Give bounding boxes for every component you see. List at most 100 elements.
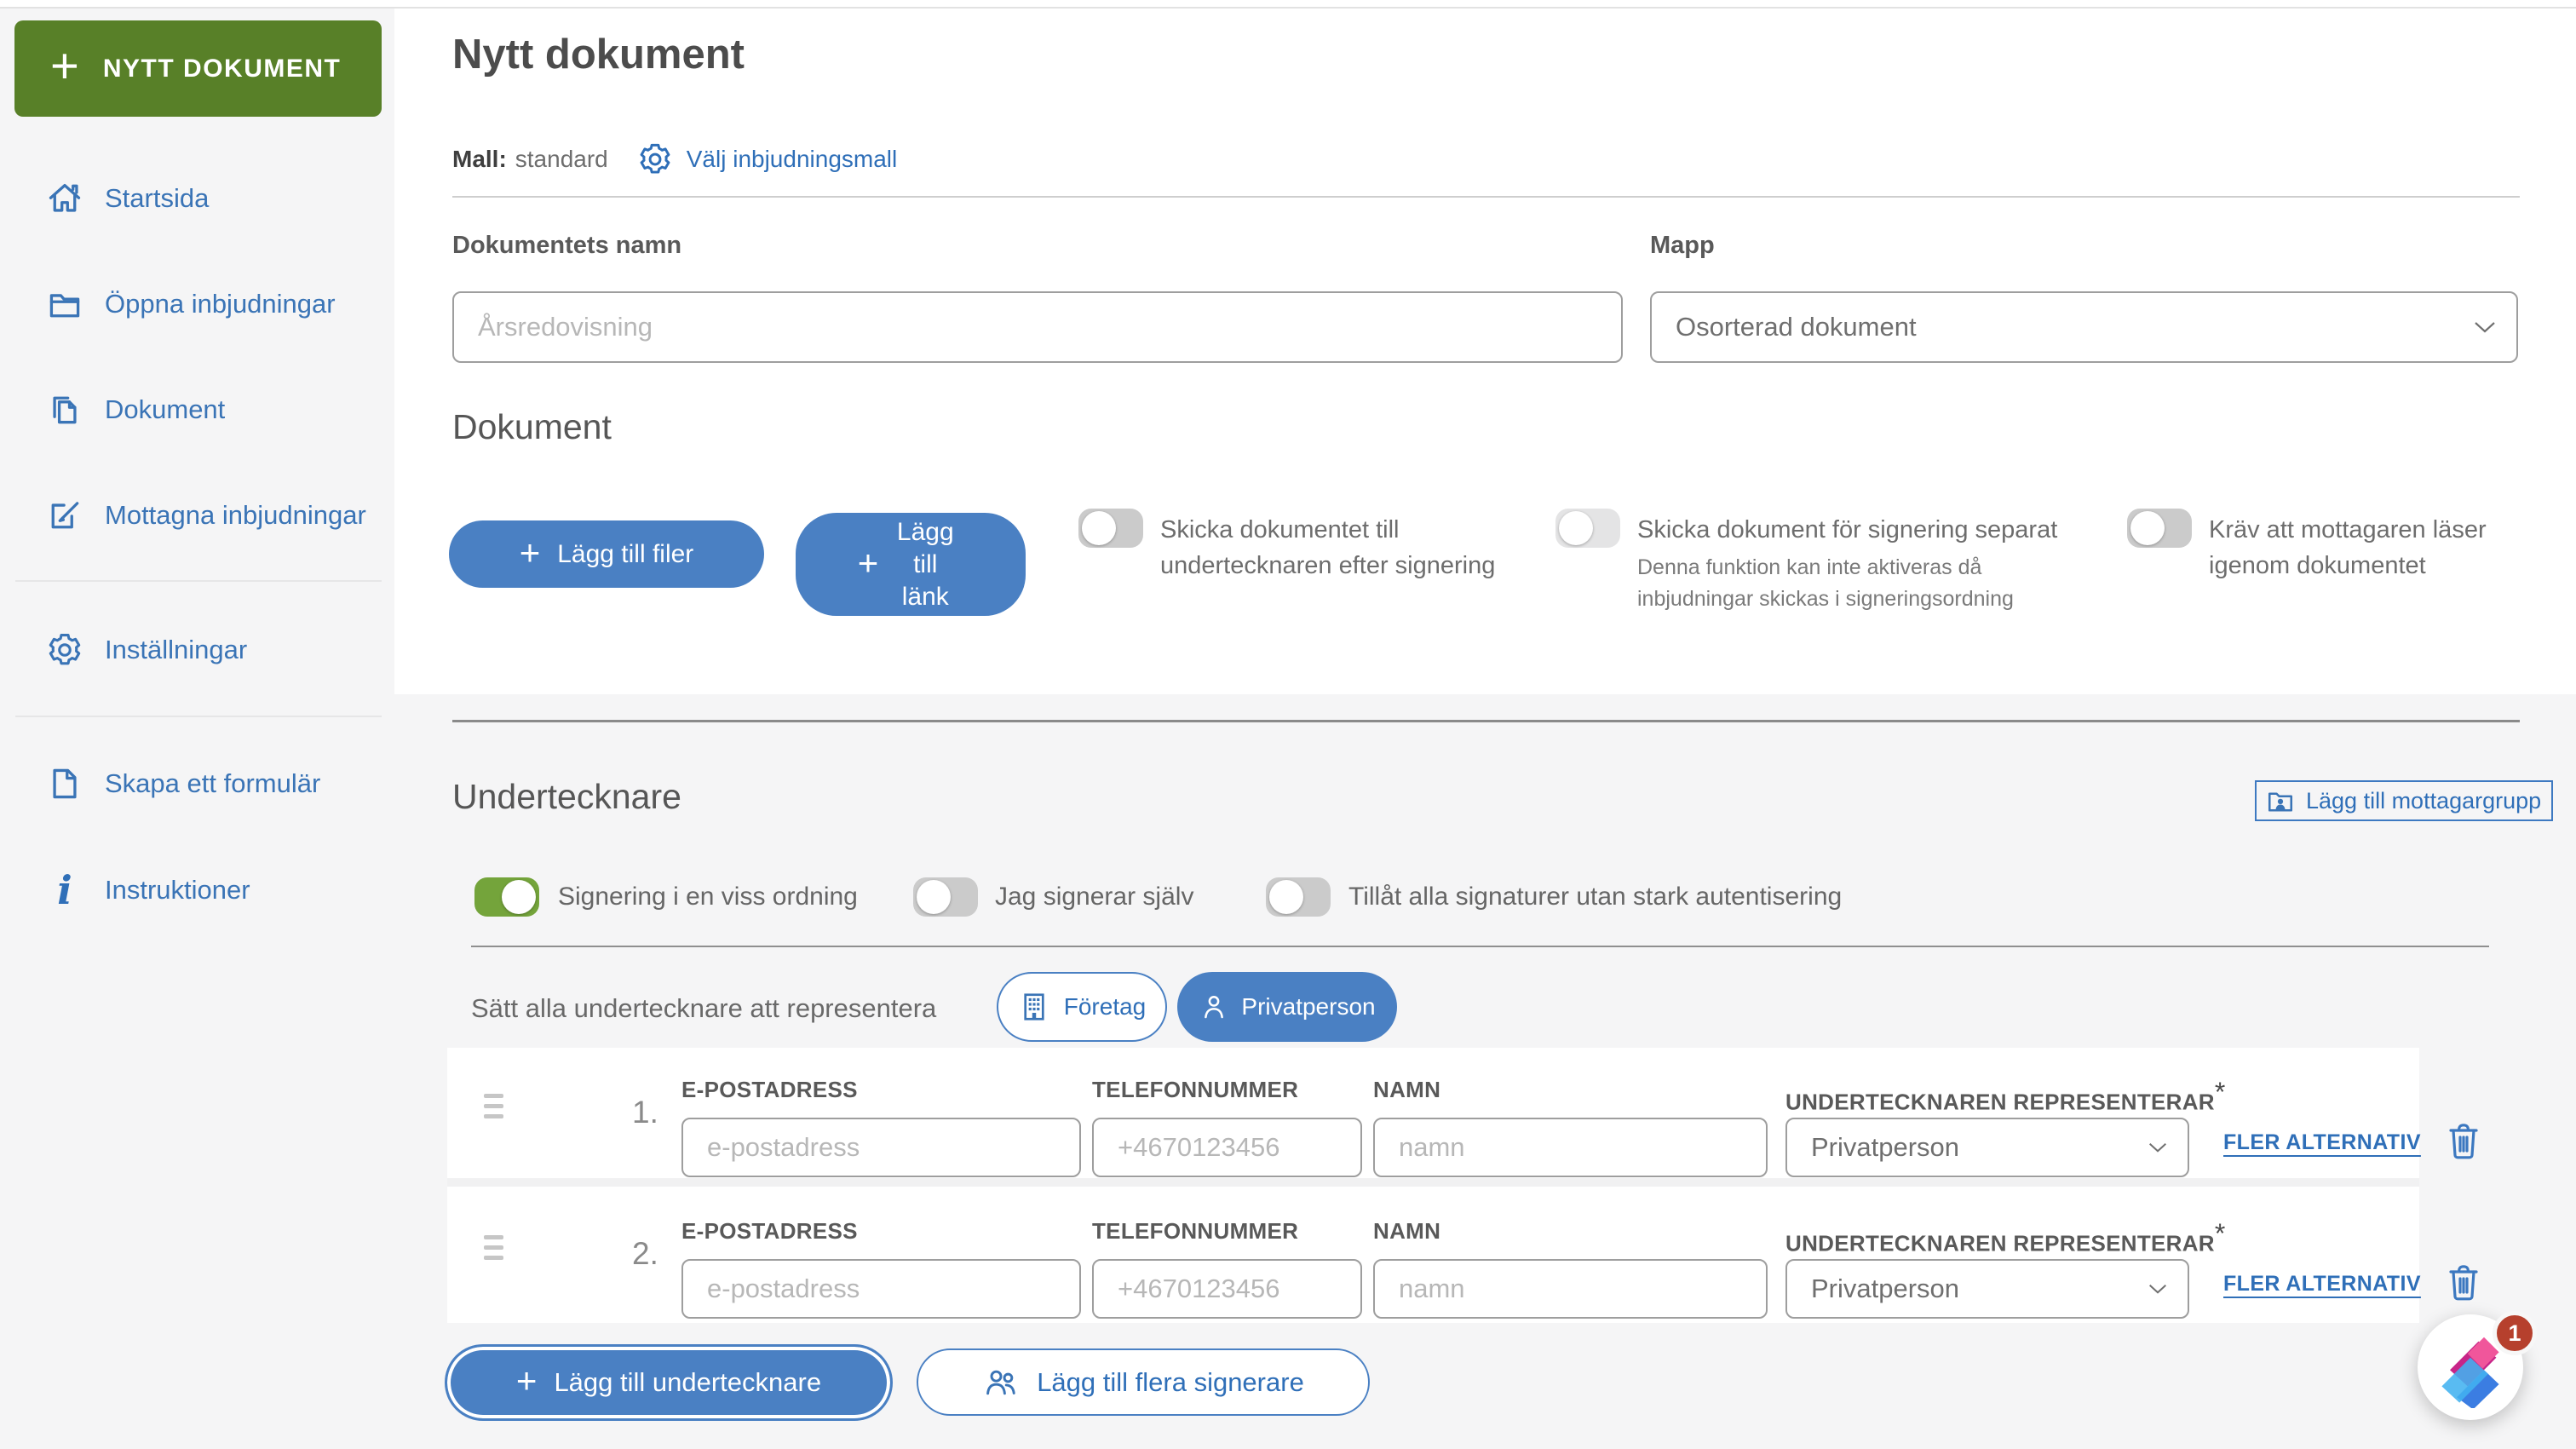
- sidebar-item-dokument[interactable]: Dokument: [0, 386, 394, 434]
- toggle-allow-weak-auth-label: Tillåt alla signaturer utan stark autent…: [1348, 883, 1842, 911]
- toggle-knob: [1082, 511, 1116, 545]
- template-row: Mall: standard Välj inbjudningsmall: [452, 140, 897, 179]
- sidebar-divider: [15, 716, 382, 717]
- people-icon: [982, 1364, 1020, 1401]
- row-separator: [447, 1178, 2419, 1187]
- represents-select-value: Privatperson: [1811, 1132, 1959, 1163]
- toggle-knob: [1269, 880, 1303, 914]
- phone-input[interactable]: [1092, 1259, 1362, 1319]
- add-files-button[interactable]: + Lägg till filer: [449, 520, 764, 588]
- drag-handle[interactable]: [484, 1094, 503, 1118]
- toggle-allow-weak-auth[interactable]: [1266, 877, 1331, 917]
- sidebar: + NYTT DOKUMENT Startsida Öppna inbjudni…: [0, 9, 394, 1449]
- phone-input[interactable]: [1092, 1118, 1362, 1177]
- toggle-knob: [2130, 511, 2165, 545]
- toggle-require-read[interactable]: [2127, 509, 2192, 548]
- trash-icon[interactable]: [2443, 1261, 2484, 1303]
- new-document-button[interactable]: + NYTT DOKUMENT: [14, 20, 382, 117]
- toggles-divider: [471, 946, 2489, 947]
- toggle-self-sign-label: Jag signerar själv: [995, 883, 1193, 911]
- sidebar-item-skapa-formular[interactable]: Skapa ett formulär: [0, 760, 394, 808]
- toggle-self-sign[interactable]: [913, 877, 978, 917]
- phone-column-label: TELEFONNUMMER: [1092, 1077, 1298, 1103]
- toggle-signing-order[interactable]: [474, 877, 539, 917]
- sidebar-item-label: Mottagna inbjudningar: [105, 500, 366, 531]
- section-divider: [452, 720, 2520, 722]
- represents-select-value: Privatperson: [1811, 1274, 1959, 1304]
- recipient-group-icon: [2265, 785, 2296, 816]
- signers-heading: Undertecknare: [452, 777, 681, 817]
- represent-label: Sätt alla undertecknare att representera: [471, 993, 936, 1024]
- drag-handle[interactable]: [484, 1235, 503, 1260]
- required-asterisk: *: [2215, 1218, 2226, 1249]
- sidebar-divider: [15, 580, 382, 582]
- toggle-send-after-signing[interactable]: [1078, 509, 1143, 548]
- add-recipient-group-button[interactable]: Lägg till mottagargrupp: [2255, 780, 2553, 821]
- doc-name-input[interactable]: [452, 291, 1623, 363]
- name-input[interactable]: [1373, 1118, 1768, 1177]
- edit-document-icon: [45, 496, 84, 535]
- sidebar-item-label: Instruktioner: [105, 875, 250, 906]
- building-icon: [1018, 991, 1050, 1023]
- company-button-label: Företag: [1064, 993, 1147, 1021]
- name-input[interactable]: [1373, 1259, 1768, 1319]
- person-icon: [1199, 992, 1229, 1022]
- sidebar-item-mottagna-inbjudningar[interactable]: Mottagna inbjudningar: [0, 492, 394, 539]
- represents-column-label: UNDERTECKNAREN REPRESENTERAR*: [1785, 1077, 2226, 1116]
- trash-icon[interactable]: [2443, 1119, 2484, 1162]
- folder-label: Mapp: [1650, 232, 1715, 260]
- template-label: Mall:: [452, 146, 507, 173]
- add-link-button[interactable]: + Lägg till länk: [796, 513, 1026, 616]
- sidebar-item-label: Öppna inbjudningar: [105, 289, 336, 319]
- notification-badge[interactable]: 1: [2493, 1311, 2537, 1355]
- email-input[interactable]: [681, 1259, 1081, 1319]
- doc-name-label: Dokumentets namn: [452, 232, 681, 260]
- documents-icon: [45, 390, 84, 429]
- sidebar-item-oppna-inbjudningar[interactable]: Öppna inbjudningar: [0, 280, 394, 328]
- represents-select[interactable]: Privatperson: [1785, 1259, 2189, 1319]
- template-value: standard: [515, 146, 608, 173]
- required-asterisk: *: [2215, 1077, 2226, 1107]
- plus-icon: +: [50, 42, 79, 91]
- folder-select[interactable]: Osorterad dokument: [1650, 291, 2518, 363]
- window-top-border: [0, 0, 2576, 9]
- sidebar-item-label: Dokument: [105, 394, 225, 425]
- company-button[interactable]: Företag: [997, 972, 1167, 1042]
- represents-select[interactable]: Privatperson: [1785, 1118, 2189, 1177]
- toggle-send-after-signing-label: Skicka dokumentet till undertecknaren ef…: [1160, 512, 1544, 584]
- chevron-down-icon: [2148, 1283, 2167, 1295]
- signer-row-number: 2.: [632, 1236, 658, 1272]
- more-options-link[interactable]: FLER ALTERNATIV: [2223, 1272, 2421, 1297]
- toggle-knob: [1559, 511, 1593, 545]
- sidebar-item-startsida[interactable]: Startsida: [0, 175, 394, 222]
- add-recipient-group-label: Lägg till mottagargrupp: [2306, 788, 2541, 814]
- sidebar-item-installningar[interactable]: Inställningar: [0, 626, 394, 674]
- email-column-label: E-POSTADRESS: [681, 1077, 858, 1103]
- name-column-label: NAMN: [1373, 1218, 1440, 1245]
- gear-icon: [45, 630, 84, 670]
- sidebar-item-label: Startsida: [105, 183, 209, 214]
- chevron-down-icon: [2148, 1141, 2167, 1153]
- email-input[interactable]: [681, 1118, 1081, 1177]
- toggle-signing-order-label: Signering i en viss ordning: [558, 883, 858, 911]
- toggle-send-separately[interactable]: [1555, 509, 1620, 548]
- phone-column-label: TELEFONNUMMER: [1092, 1218, 1298, 1245]
- add-signer-button[interactable]: + Lägg till undertecknare: [445, 1344, 893, 1421]
- add-multiple-signers-label: Lägg till flera signerare: [1037, 1367, 1304, 1398]
- page-icon: [45, 764, 84, 803]
- page-title: Nytt dokument: [452, 31, 745, 78]
- choose-template-link[interactable]: Välj inbjudningsmall: [687, 146, 897, 173]
- documents-heading: Dokument: [452, 407, 612, 447]
- header-divider: [452, 196, 2520, 198]
- sidebar-item-instruktioner[interactable]: i Instruktioner: [0, 866, 394, 914]
- email-column-label: E-POSTADRESS: [681, 1218, 858, 1245]
- gear-icon[interactable]: [637, 141, 673, 177]
- more-options-link[interactable]: FLER ALTERNATIV: [2223, 1130, 2421, 1155]
- add-multiple-signers-button[interactable]: Lägg till flera signerare: [917, 1348, 1370, 1416]
- private-person-button[interactable]: Privatperson: [1177, 972, 1397, 1042]
- plus-icon: +: [858, 545, 879, 581]
- plus-icon: +: [520, 535, 541, 571]
- home-icon: [45, 179, 84, 218]
- info-icon: i: [45, 871, 84, 910]
- signer-row-number: 1.: [632, 1095, 658, 1130]
